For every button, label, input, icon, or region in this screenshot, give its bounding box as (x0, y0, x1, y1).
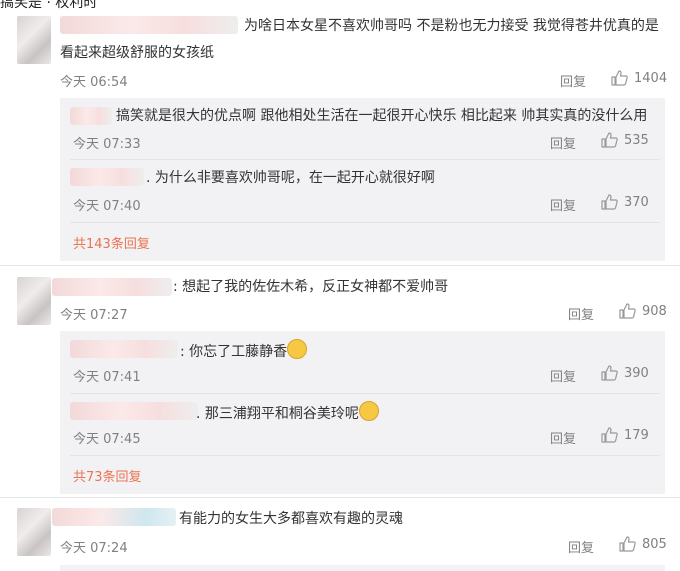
divider (70, 393, 660, 394)
like-button[interactable]: 370 (601, 194, 649, 210)
divider (70, 455, 660, 456)
reply-box (60, 565, 665, 571)
username-blurred[interactable] (52, 278, 172, 296)
username-blurred[interactable] (70, 340, 178, 358)
comment-time: 今天 07:24 (60, 541, 128, 556)
reply-text: . 为什么非要喜欢帅哥呢，在一起开心就很好啊 (146, 170, 435, 186)
like-count: 179 (624, 427, 649, 443)
like-count: 370 (624, 194, 649, 210)
comment-text: : 想起了我的佐佐木希，反正女神都不爱帅哥 (173, 279, 449, 295)
comment-time: 今天 07:27 (60, 308, 128, 323)
username-blurred[interactable] (70, 168, 144, 186)
like-count: 390 (624, 365, 649, 381)
like-button[interactable]: 805 (619, 536, 667, 552)
like-button[interactable]: 1404 (611, 70, 667, 86)
more-replies-link[interactable]: 共73条回复 (73, 466, 142, 485)
reply-button[interactable]: 回复 (550, 428, 576, 447)
thumbs-up-icon (601, 194, 618, 210)
comment-text-line2: 看起来超级舒服的女孩纸 (60, 45, 214, 61)
like-count: 805 (642, 536, 667, 552)
reply-text: : 你忘了工藤静香 (180, 339, 308, 362)
username-blurred[interactable] (52, 508, 176, 526)
thumbs-up-icon (601, 427, 618, 443)
like-count: 1404 (634, 70, 668, 86)
like-button[interactable]: 535 (601, 132, 649, 148)
cut-off-text: 搞笑是 · 权利时 (0, 0, 98, 11)
comment-text: 有能力的女生大多都喜欢有趣的灵魂 (179, 511, 403, 527)
reply-button[interactable]: 回复 (550, 133, 576, 152)
avatar[interactable] (17, 508, 51, 556)
like-button[interactable]: 179 (601, 427, 649, 443)
reply-button[interactable]: 回复 (550, 366, 576, 385)
reply-text: 搞笑就是很大的优点啊 跟他相处生活在一起很开心快乐 相比起来 帅其实真的没什么用 (116, 108, 648, 124)
avatar[interactable] (17, 16, 51, 64)
reply-button[interactable]: 回复 (568, 304, 594, 323)
comment-divider (0, 265, 680, 266)
reply-time: 今天 07:45 (73, 432, 141, 447)
thumbs-up-icon (619, 536, 636, 552)
thumbs-up-icon (611, 70, 628, 86)
reply-time: 今天 07:33 (73, 137, 141, 152)
reply-text: . 那三浦翔平和桐谷美玲呢 (196, 401, 379, 424)
thumbs-up-icon (601, 365, 618, 381)
like-button[interactable]: 390 (601, 365, 649, 381)
comment-text: 为啥日本女星不喜欢帅哥吗 不是粉也无力接受 我觉得苍井优真的是 (244, 18, 659, 34)
thumbs-up-icon (619, 303, 636, 319)
username-blurred[interactable] (60, 16, 238, 34)
reply-button[interactable]: 回复 (568, 537, 594, 556)
reply-button[interactable]: 回复 (550, 195, 576, 214)
reply-time: 今天 07:41 (73, 370, 141, 385)
comment-time: 今天 06:54 (60, 75, 128, 90)
divider (70, 159, 660, 160)
shy-face-emoji-icon (358, 401, 379, 421)
username-blurred[interactable] (70, 402, 198, 420)
avatar[interactable] (17, 277, 51, 325)
reply-time: 今天 07:40 (73, 199, 141, 214)
more-replies-link[interactable]: 共143条回复 (73, 233, 150, 252)
divider (70, 222, 660, 223)
comment-divider (0, 497, 680, 498)
like-button[interactable]: 908 (619, 303, 667, 319)
sunglasses-emoji-icon (287, 339, 308, 359)
thumbs-up-icon (601, 132, 618, 148)
like-count: 535 (624, 132, 649, 148)
like-count: 908 (642, 303, 667, 319)
username-blurred[interactable] (70, 107, 112, 125)
reply-button[interactable]: 回复 (560, 71, 586, 90)
